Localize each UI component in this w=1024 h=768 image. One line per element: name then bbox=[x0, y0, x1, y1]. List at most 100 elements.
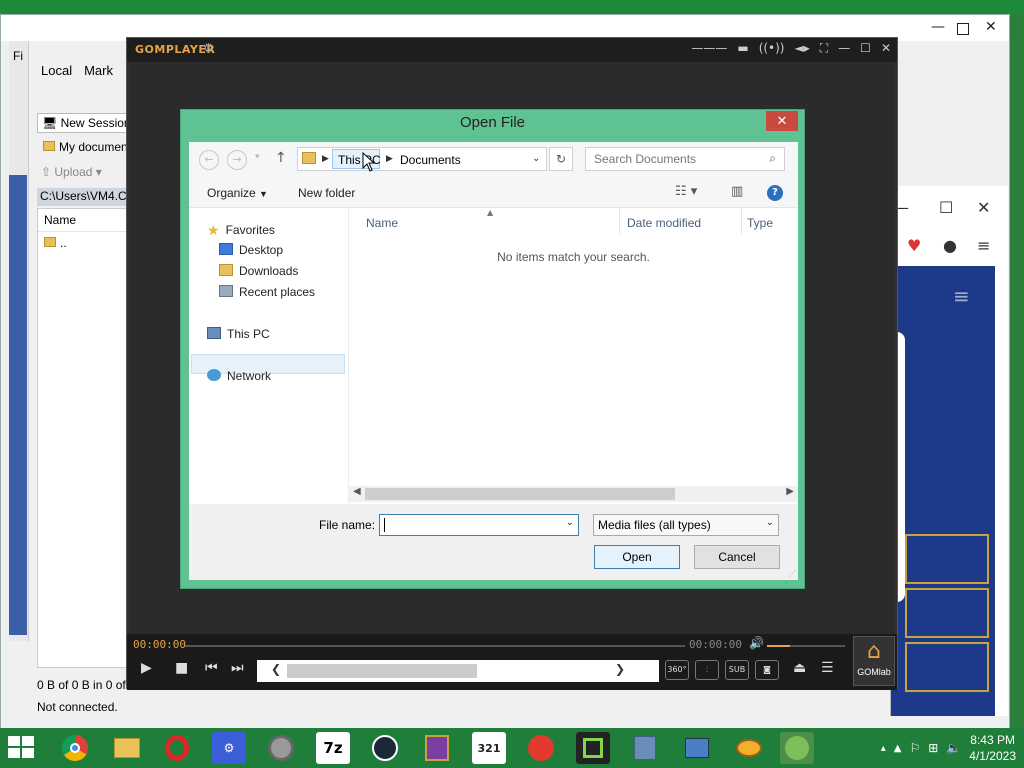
scroll-right-icon[interactable]: ▶ bbox=[786, 486, 794, 497]
column-divider[interactable] bbox=[619, 208, 620, 234]
upload-button[interactable]: ⇧ Upload ▾ bbox=[41, 165, 102, 179]
app-red-icon[interactable] bbox=[524, 732, 558, 764]
playlist-scroll-thumb[interactable] bbox=[287, 664, 477, 678]
volume-slider[interactable] bbox=[767, 645, 845, 647]
disc-icon[interactable] bbox=[264, 732, 298, 764]
next-button[interactable]: ⏭ bbox=[231, 660, 244, 676]
browser-close-button[interactable]: ✕ bbox=[977, 198, 990, 217]
breadcrumb[interactable]: ▶ This PC ▶ Documents ⌄ bbox=[297, 147, 547, 171]
help-icon[interactable]: ? bbox=[767, 185, 783, 201]
maximize-button[interactable]: ☐ bbox=[860, 41, 871, 56]
page-tile[interactable] bbox=[905, 534, 989, 584]
minimize-button[interactable]: — bbox=[931, 19, 945, 35]
winrar-icon[interactable] bbox=[420, 732, 454, 764]
file-explorer-icon[interactable] bbox=[110, 732, 144, 764]
file-list[interactable]: ▲ Name Date modified Type No items match… bbox=[349, 208, 798, 504]
heart-icon[interactable]: ♥ bbox=[907, 236, 921, 255]
previous-button[interactable]: ⏮ bbox=[205, 660, 218, 676]
playlist-scrollbar[interactable]: ❮ ❯ bbox=[257, 660, 659, 682]
column-divider[interactable] bbox=[741, 208, 742, 234]
resize-grip[interactable]: ⋰ bbox=[788, 569, 796, 578]
menu-icon[interactable]: ≡ bbox=[977, 236, 990, 255]
open-button[interactable]: Open bbox=[594, 545, 680, 569]
refresh-button[interactable]: ↻ bbox=[549, 147, 573, 171]
preview-pane-icon[interactable]: ▥ bbox=[731, 184, 743, 199]
seek-bar[interactable] bbox=[185, 645, 685, 647]
7zip-icon[interactable]: 7z bbox=[316, 732, 350, 764]
show-hidden-icons[interactable]: ▲ bbox=[894, 743, 902, 754]
chevron-down-icon[interactable]: ⌄ bbox=[532, 153, 540, 164]
gomlab-button[interactable]: ⌂ GOMlab bbox=[853, 636, 895, 686]
stream-icon[interactable]: ((•)) bbox=[759, 41, 785, 56]
action-center-icon[interactable]: ⚐ bbox=[910, 741, 921, 755]
file-name-input[interactable]: ⌄ bbox=[379, 514, 579, 536]
scroll-left-icon[interactable]: ◀ bbox=[353, 486, 361, 497]
scroll-right-icon[interactable]: ❯ bbox=[615, 662, 625, 676]
view-options-icon[interactable]: ☷ ▾ bbox=[675, 184, 697, 199]
network-icon[interactable]: ⊞ bbox=[928, 741, 938, 755]
horizontal-scrollbar[interactable]: ◀ ▶ bbox=[349, 486, 798, 502]
winscp-taskbar-icon[interactable] bbox=[628, 732, 662, 764]
close-button[interactable]: ✕ bbox=[881, 41, 891, 56]
recent-locations-icon[interactable]: ▾ bbox=[255, 152, 260, 162]
volume-icon[interactable]: 🔊 bbox=[749, 636, 764, 650]
stop-button[interactable]: ■ bbox=[175, 660, 188, 676]
cancel-button[interactable]: Cancel bbox=[694, 545, 780, 569]
media-player-321-icon[interactable]: 321 bbox=[472, 732, 506, 764]
nav-item-desktop[interactable]: Desktop bbox=[219, 243, 283, 257]
scroll-thumb[interactable] bbox=[365, 488, 675, 500]
organize-button[interactable]: Organize ▼ bbox=[207, 186, 268, 200]
gear-icon[interactable]: ⚙ bbox=[203, 41, 214, 55]
equalizer-button[interactable]: ⫶ bbox=[695, 660, 719, 680]
steam-icon[interactable] bbox=[368, 732, 402, 764]
menu-mark[interactable]: Mark bbox=[84, 63, 113, 78]
chrome-icon[interactable] bbox=[58, 732, 92, 764]
nav-item-downloads[interactable]: Downloads bbox=[219, 264, 298, 278]
maximize-button[interactable] bbox=[957, 23, 969, 35]
gom-player-taskbar-icon[interactable] bbox=[732, 732, 766, 764]
hamburger-icon[interactable]: ≡ bbox=[953, 284, 970, 308]
local-path[interactable]: C:\Users\VM4.C bbox=[37, 188, 137, 206]
local-folder-selector[interactable]: My documents bbox=[41, 138, 137, 158]
chevron-right-icon[interactable]: ▶ bbox=[322, 153, 329, 164]
camera-icon[interactable]: ◙ bbox=[755, 660, 779, 680]
new-folder-button[interactable]: New folder bbox=[298, 186, 355, 200]
breadcrumb-documents[interactable]: Documents bbox=[400, 153, 461, 167]
app-green-icon[interactable] bbox=[576, 732, 610, 764]
forward-button[interactable]: → bbox=[227, 150, 247, 170]
column-header-type[interactable]: Type bbox=[747, 216, 773, 230]
column-header-name[interactable]: Name bbox=[38, 209, 136, 232]
settings-gear-icon[interactable]: ⚙ bbox=[212, 732, 246, 764]
eject-icon[interactable]: ⏏ bbox=[793, 660, 806, 676]
fullscreen-icon[interactable]: ⛶ bbox=[820, 41, 828, 56]
start-button[interactable] bbox=[8, 736, 36, 760]
dialog-close-button[interactable]: ✕ bbox=[766, 111, 798, 131]
menu-file-partial[interactable]: Fi bbox=[13, 49, 23, 63]
column-header-date-modified[interactable]: Date modified bbox=[627, 216, 701, 230]
chevron-down-icon[interactable]: ⌄ bbox=[566, 517, 574, 528]
vr-360-button[interactable]: 360° bbox=[665, 660, 689, 680]
audio-icon[interactable]: ◄▸ bbox=[795, 41, 810, 56]
opacity-slider[interactable]: ——— bbox=[691, 41, 727, 56]
menu-icon[interactable]: ☰ bbox=[821, 660, 834, 676]
scroll-left-icon[interactable]: ❮ bbox=[271, 662, 281, 676]
tree-app-icon[interactable] bbox=[780, 732, 814, 764]
new-session-tab[interactable]: 🖥 New Session bbox=[37, 113, 137, 133]
list-item[interactable]: .. bbox=[38, 232, 136, 254]
page-tile[interactable] bbox=[905, 588, 989, 638]
page-tile[interactable] bbox=[905, 642, 989, 692]
remote-desktop-icon[interactable] bbox=[680, 732, 714, 764]
up-folder-button[interactable]: ↑ bbox=[275, 150, 287, 166]
chevron-right-icon[interactable]: ▶ bbox=[386, 153, 393, 164]
column-header-name[interactable]: Name bbox=[366, 216, 398, 230]
file-type-filter[interactable]: Media files (all types) ⌄ bbox=[593, 514, 779, 536]
profile-icon[interactable]: ● bbox=[943, 236, 957, 255]
nav-item-recent-places[interactable]: Recent places bbox=[219, 285, 315, 299]
menu-local[interactable]: Local bbox=[41, 63, 72, 78]
search-input[interactable]: Search Documents ⌕ bbox=[585, 147, 785, 171]
nav-item-network[interactable]: Network bbox=[207, 369, 271, 383]
minimize-button[interactable]: — bbox=[838, 41, 850, 56]
nav-item-this-pc[interactable]: This PC bbox=[207, 327, 270, 341]
volume-icon[interactable]: 🔈 bbox=[946, 741, 961, 755]
nav-item-favorites[interactable]: ★ Favorites bbox=[207, 222, 275, 238]
